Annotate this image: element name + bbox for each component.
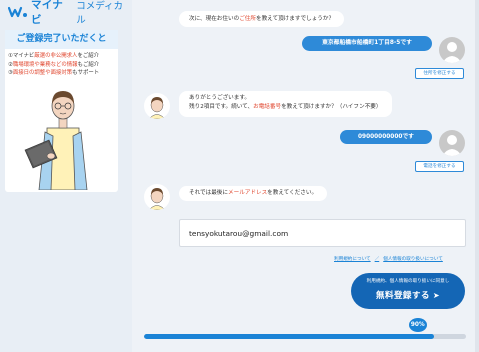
edit-address-button[interactable]: 住所を修正する	[415, 68, 464, 79]
promo-card: ご登録完了いただくと ①マイナビ厳選の非公開求人をご紹介 ②職場環境や業務などの…	[5, 30, 118, 192]
promo-item: ③面接日の調整や面接対策もサポート	[8, 70, 100, 77]
sidebar: マイナビ コメディカル ご登録完了いただくと ①マイナビ厳選の非公開求人をご紹介…	[0, 0, 132, 352]
bot-avatar-icon	[144, 184, 170, 210]
edit-phone-button[interactable]: 電話を修正する	[415, 161, 464, 172]
progress-bar	[144, 334, 466, 339]
promo-list: ①マイナビ厳選の非公開求人をご紹介 ②職場環境や業務などの情報もご紹介 ③面接日…	[8, 52, 118, 78]
arrow-right-icon: ➤	[432, 291, 441, 300]
bot-question-address: 次に、現在お住いのご住所を教えて頂けますでしょうか？	[179, 11, 345, 27]
bot-question-email: それでは最後にメールアドレスを教えてください。	[179, 186, 328, 201]
logo-icon	[8, 6, 28, 18]
brand-logo[interactable]: マイナビ コメディカル	[8, 0, 132, 26]
scrollbar[interactable]	[475, 0, 479, 352]
privacy-link[interactable]: 個人情報の取り扱いについて	[383, 257, 443, 262]
submit-register-button[interactable]: 利用規約、個人情報の取り扱いに同意し 無料登録する ➤	[351, 273, 465, 309]
terms-links: 利用規約について／個人情報の取り扱いについて	[334, 257, 443, 262]
promo-title: ご登録完了いただくと	[5, 30, 118, 49]
chat-panel: 次に、現在お住いのご住所を教えて頂けますでしょうか？ 東京都船橋市船橋町1丁目8…	[132, 0, 479, 352]
brand-sub: コメディカル	[76, 1, 124, 26]
person-with-laptop-illustration	[17, 82, 107, 191]
submit-label: 無料登録する	[375, 291, 430, 301]
user-answer-phone: 09000000000です	[340, 130, 432, 144]
progress-fill	[144, 334, 434, 339]
user-avatar-icon	[439, 37, 465, 63]
user-answer-address: 東京都船橋市船橋町1丁目8-5です	[302, 36, 432, 51]
promo-item: ②職場環境や業務などの情報もご紹介	[8, 61, 100, 68]
progress-badge: 90%	[408, 318, 427, 332]
bot-avatar-icon	[144, 93, 170, 119]
brand-name: マイナビ	[31, 0, 63, 26]
email-input[interactable]: tensyokutarou@gmail.com	[179, 219, 466, 247]
terms-link[interactable]: 利用規約について	[334, 257, 371, 262]
submit-consent-text: 利用規約、個人情報の取り扱いに同意し	[366, 279, 450, 284]
user-avatar-icon	[439, 130, 465, 156]
promo-item: ①マイナビ厳選の非公開求人をご紹介	[8, 53, 100, 59]
bot-question-phone: ありがとうございます。 残り2項目です。続いて、お電話番号を教えて頂けますか？（…	[179, 91, 392, 117]
